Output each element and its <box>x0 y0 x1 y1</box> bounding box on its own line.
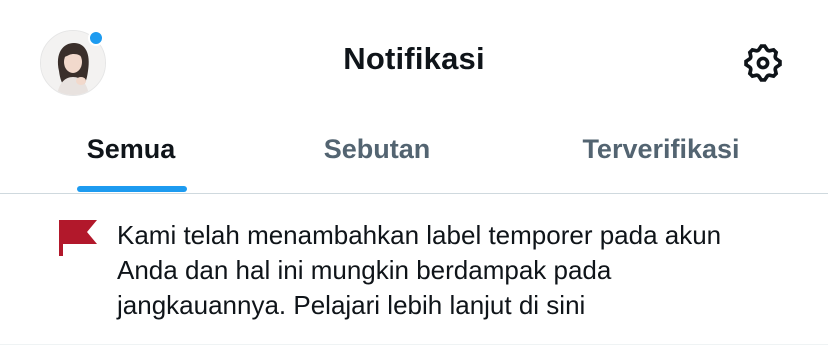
active-tab-indicator <box>77 186 187 192</box>
tab-label: Sebutan <box>323 134 431 164</box>
notice-message: Kami telah menambahkan label temporer pa… <box>117 218 817 323</box>
notice-line: Kami telah menambahkan label temporer pa… <box>117 220 722 250</box>
settings-button[interactable] <box>738 38 788 88</box>
notice-line-learn-more[interactable]: jangkauannya. Pelajari lebih lanjut di s… <box>117 288 817 323</box>
tab-semua[interactable]: Semua <box>50 120 212 193</box>
top-header: Notifikasi <box>0 0 828 120</box>
notice-line: Anda dan hal ini mungkin berdampak pada <box>117 255 612 285</box>
tab-label: Terverifikasi <box>582 134 740 164</box>
tab-sebutan[interactable]: Sebutan <box>296 120 458 193</box>
notification-tabs: Semua Sebutan Terverifikasi <box>0 120 828 194</box>
tab-terverifikasi[interactable]: Terverifikasi <box>560 120 762 193</box>
notifications-screen: Notifikasi Semua Sebutan Terverifikasi K… <box>0 0 828 355</box>
account-label-notice[interactable]: Kami telah menambahkan label temporer pa… <box>0 194 828 345</box>
flag-icon <box>59 220 97 256</box>
gear-icon <box>744 44 782 82</box>
page-title: Notifikasi <box>343 41 485 76</box>
tab-label: Semua <box>86 134 176 164</box>
